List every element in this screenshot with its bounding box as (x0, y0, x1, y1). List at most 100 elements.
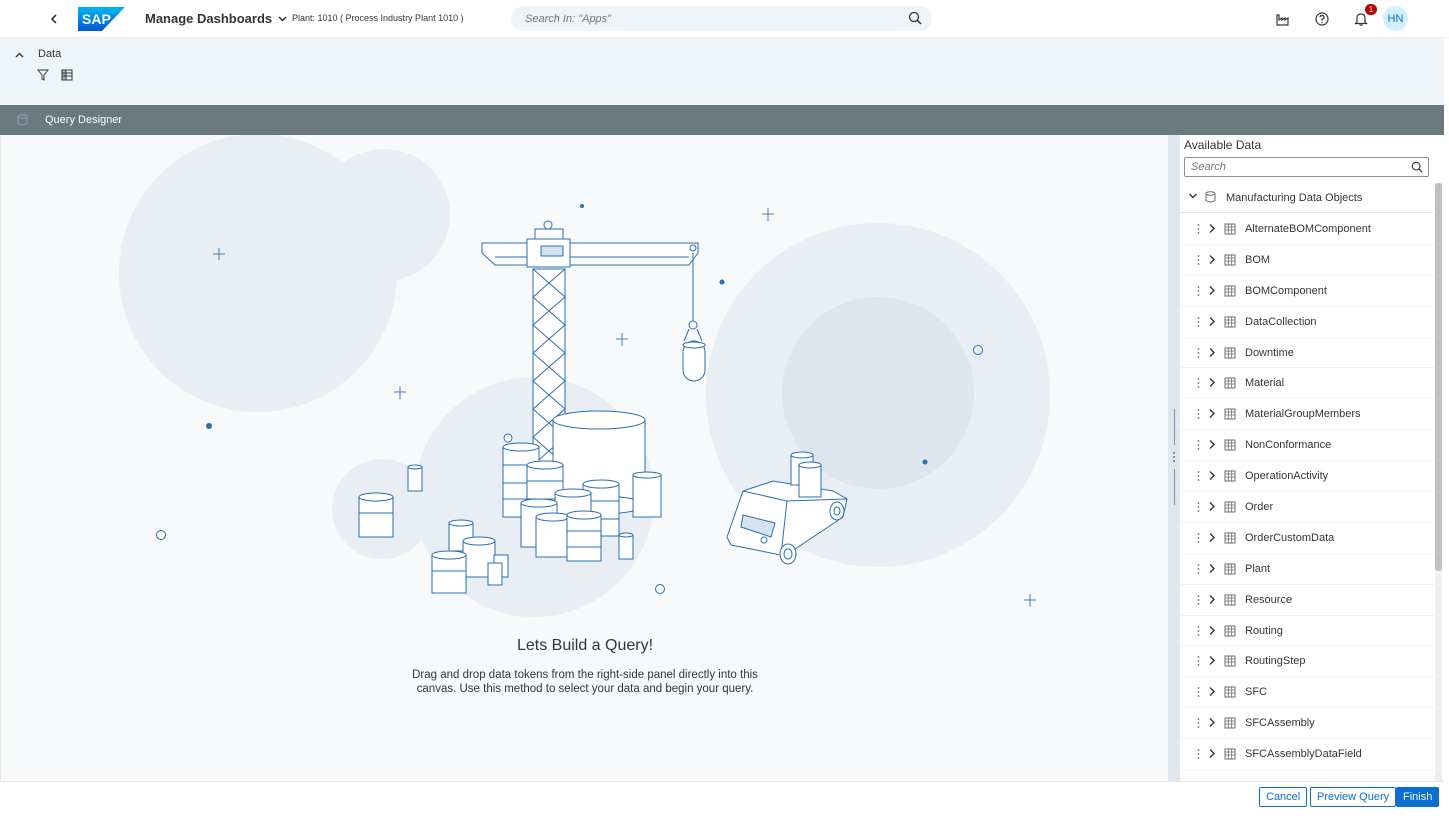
empty-state-text: Drag and drop data tokens from the right… (412, 669, 758, 695)
list-item[interactable]: BOMComponent (1180, 276, 1434, 307)
query-canvas[interactable]: Lets Build a Query! Drag and drop data t… (0, 135, 1168, 781)
data-label: Data (38, 48, 62, 60)
drag-handle-icon[interactable] (1197, 377, 1200, 389)
list-item[interactable]: DataCollection (1180, 307, 1434, 338)
list-item-label: Order (1245, 501, 1274, 514)
drag-handle-icon[interactable] (1197, 254, 1200, 266)
drag-handle-icon[interactable] (1197, 563, 1200, 575)
grip-icon[interactable] (1172, 451, 1176, 463)
table-icon (1224, 625, 1236, 637)
drag-handle-icon[interactable] (1197, 594, 1200, 606)
query-designer-title: Query Designer (45, 114, 123, 126)
list-item-label: BOM (1245, 253, 1271, 266)
chevron-right-icon[interactable] (1208, 439, 1216, 450)
list-item-label: OperationActivity (1245, 470, 1329, 483)
list-item[interactable]: AlternateBOMComponent (1180, 214, 1434, 245)
search-icon[interactable] (1411, 161, 1423, 173)
drag-handle-icon[interactable] (1197, 532, 1200, 544)
table-icon (1224, 408, 1236, 420)
drag-handle-icon[interactable] (1197, 285, 1200, 297)
chevron-down-icon[interactable] (1188, 191, 1198, 201)
chevron-up-icon[interactable] (15, 52, 24, 58)
cancel-button[interactable]: Cancel (1259, 787, 1308, 807)
drag-handle-icon[interactable] (1197, 625, 1200, 637)
chevron-right-icon[interactable] (1208, 655, 1216, 666)
chevron-right-icon[interactable] (1208, 377, 1216, 388)
drag-handle-icon[interactable] (1197, 408, 1200, 420)
chevron-right-icon[interactable] (1208, 347, 1216, 358)
table-icon (1224, 285, 1236, 297)
shell-actions (1271, 7, 1373, 31)
list-item[interactable]: SFCAssembly (1180, 708, 1434, 740)
chevron-right-icon[interactable] (1208, 501, 1216, 512)
available-data-panel: Available Data Manufacturing Data Object… (1180, 135, 1444, 781)
drag-handle-icon[interactable] (1197, 501, 1200, 513)
sap-logo[interactable]: SAP (78, 7, 125, 31)
panel-search-input[interactable] (1191, 161, 1391, 173)
drag-handle-icon[interactable] (1197, 748, 1200, 760)
database-icon (1205, 191, 1216, 203)
help-button[interactable] (1310, 7, 1334, 31)
drag-handle-icon[interactable] (1197, 316, 1200, 328)
logo-text: SAP (82, 11, 111, 27)
drag-handle-icon[interactable] (1197, 717, 1200, 729)
drag-handle-icon[interactable] (1197, 439, 1200, 451)
avatar[interactable]: HN (1383, 6, 1408, 31)
chevron-right-icon[interactable] (1208, 285, 1216, 296)
table-icon (1224, 532, 1236, 544)
database-icon (17, 114, 28, 126)
drag-handle-icon[interactable] (1197, 470, 1200, 482)
query-designer-header: Query Designer (0, 105, 1444, 135)
finish-button[interactable]: Finish (1396, 787, 1440, 807)
scrollbar-thumb[interactable] (1435, 183, 1442, 571)
search-icon[interactable] (908, 11, 922, 25)
panel-scrollbar[interactable] (1435, 183, 1442, 781)
empty-state-title: Lets Build a Query! (516, 637, 654, 654)
chevron-right-icon[interactable] (1208, 686, 1216, 697)
list-item[interactable]: NonConformance (1180, 430, 1434, 462)
chevron-right-icon[interactable] (1208, 316, 1216, 327)
chevron-right-icon[interactable] (1208, 563, 1216, 574)
chevron-right-icon[interactable] (1208, 717, 1216, 728)
chevron-right-icon[interactable] (1208, 594, 1216, 605)
filter-icon[interactable] (37, 69, 49, 81)
list-item[interactable]: RoutingStep (1180, 646, 1434, 678)
list-item[interactable]: Material (1180, 368, 1434, 400)
list-item-label: SFCAssembly (1245, 717, 1315, 730)
list-item[interactable]: BOM (1180, 245, 1434, 276)
list-item[interactable]: OrderCustomData (1180, 523, 1434, 554)
list-item[interactable]: Plant (1180, 554, 1434, 585)
list-item[interactable]: Downtime (1180, 338, 1434, 369)
shell-search-input[interactable] (525, 12, 895, 25)
chevron-right-icon[interactable] (1208, 408, 1216, 419)
chevron-right-icon[interactable] (1208, 532, 1216, 543)
chevron-right-icon[interactable] (1208, 748, 1216, 759)
table-icon (1224, 316, 1236, 328)
manufacturing-button[interactable] (1271, 7, 1295, 31)
table-settings-icon[interactable] (61, 69, 73, 81)
list-item[interactable]: Order (1180, 492, 1434, 523)
list-item[interactable]: SFCAssemblyDataField (1180, 739, 1434, 771)
drag-handle-icon[interactable] (1197, 223, 1200, 235)
chevron-right-icon[interactable] (1208, 223, 1216, 234)
table-icon (1224, 686, 1236, 698)
list-item[interactable]: Resource (1180, 585, 1434, 616)
tree-root-manufacturing-data-objects[interactable]: Manufacturing Data Objects (1180, 183, 1434, 213)
list-item[interactable]: Routing (1180, 616, 1434, 647)
preview-query-button[interactable]: Preview Query (1310, 787, 1397, 807)
list-item-label: SFC (1245, 686, 1267, 699)
list-item[interactable]: SFC (1180, 677, 1434, 709)
back-button[interactable] (44, 9, 64, 29)
chevron-right-icon[interactable] (1208, 254, 1216, 265)
app-title-menu[interactable]: Manage Dashboards (145, 11, 287, 26)
drag-handle-icon[interactable] (1197, 686, 1200, 698)
panel-splitter[interactable] (1168, 135, 1180, 781)
data-object-list: AlternateBOMComponent BOM BOMComponent Data… (1180, 214, 1434, 771)
drag-handle-icon[interactable] (1197, 347, 1200, 359)
list-item[interactable]: OperationActivity (1180, 461, 1434, 493)
list-item[interactable]: MaterialGroupMembers (1180, 399, 1434, 431)
chevron-right-icon[interactable] (1208, 470, 1216, 481)
chevron-right-icon[interactable] (1208, 625, 1216, 636)
drag-handle-icon[interactable] (1197, 655, 1200, 667)
list-item-label: Plant (1245, 562, 1271, 575)
